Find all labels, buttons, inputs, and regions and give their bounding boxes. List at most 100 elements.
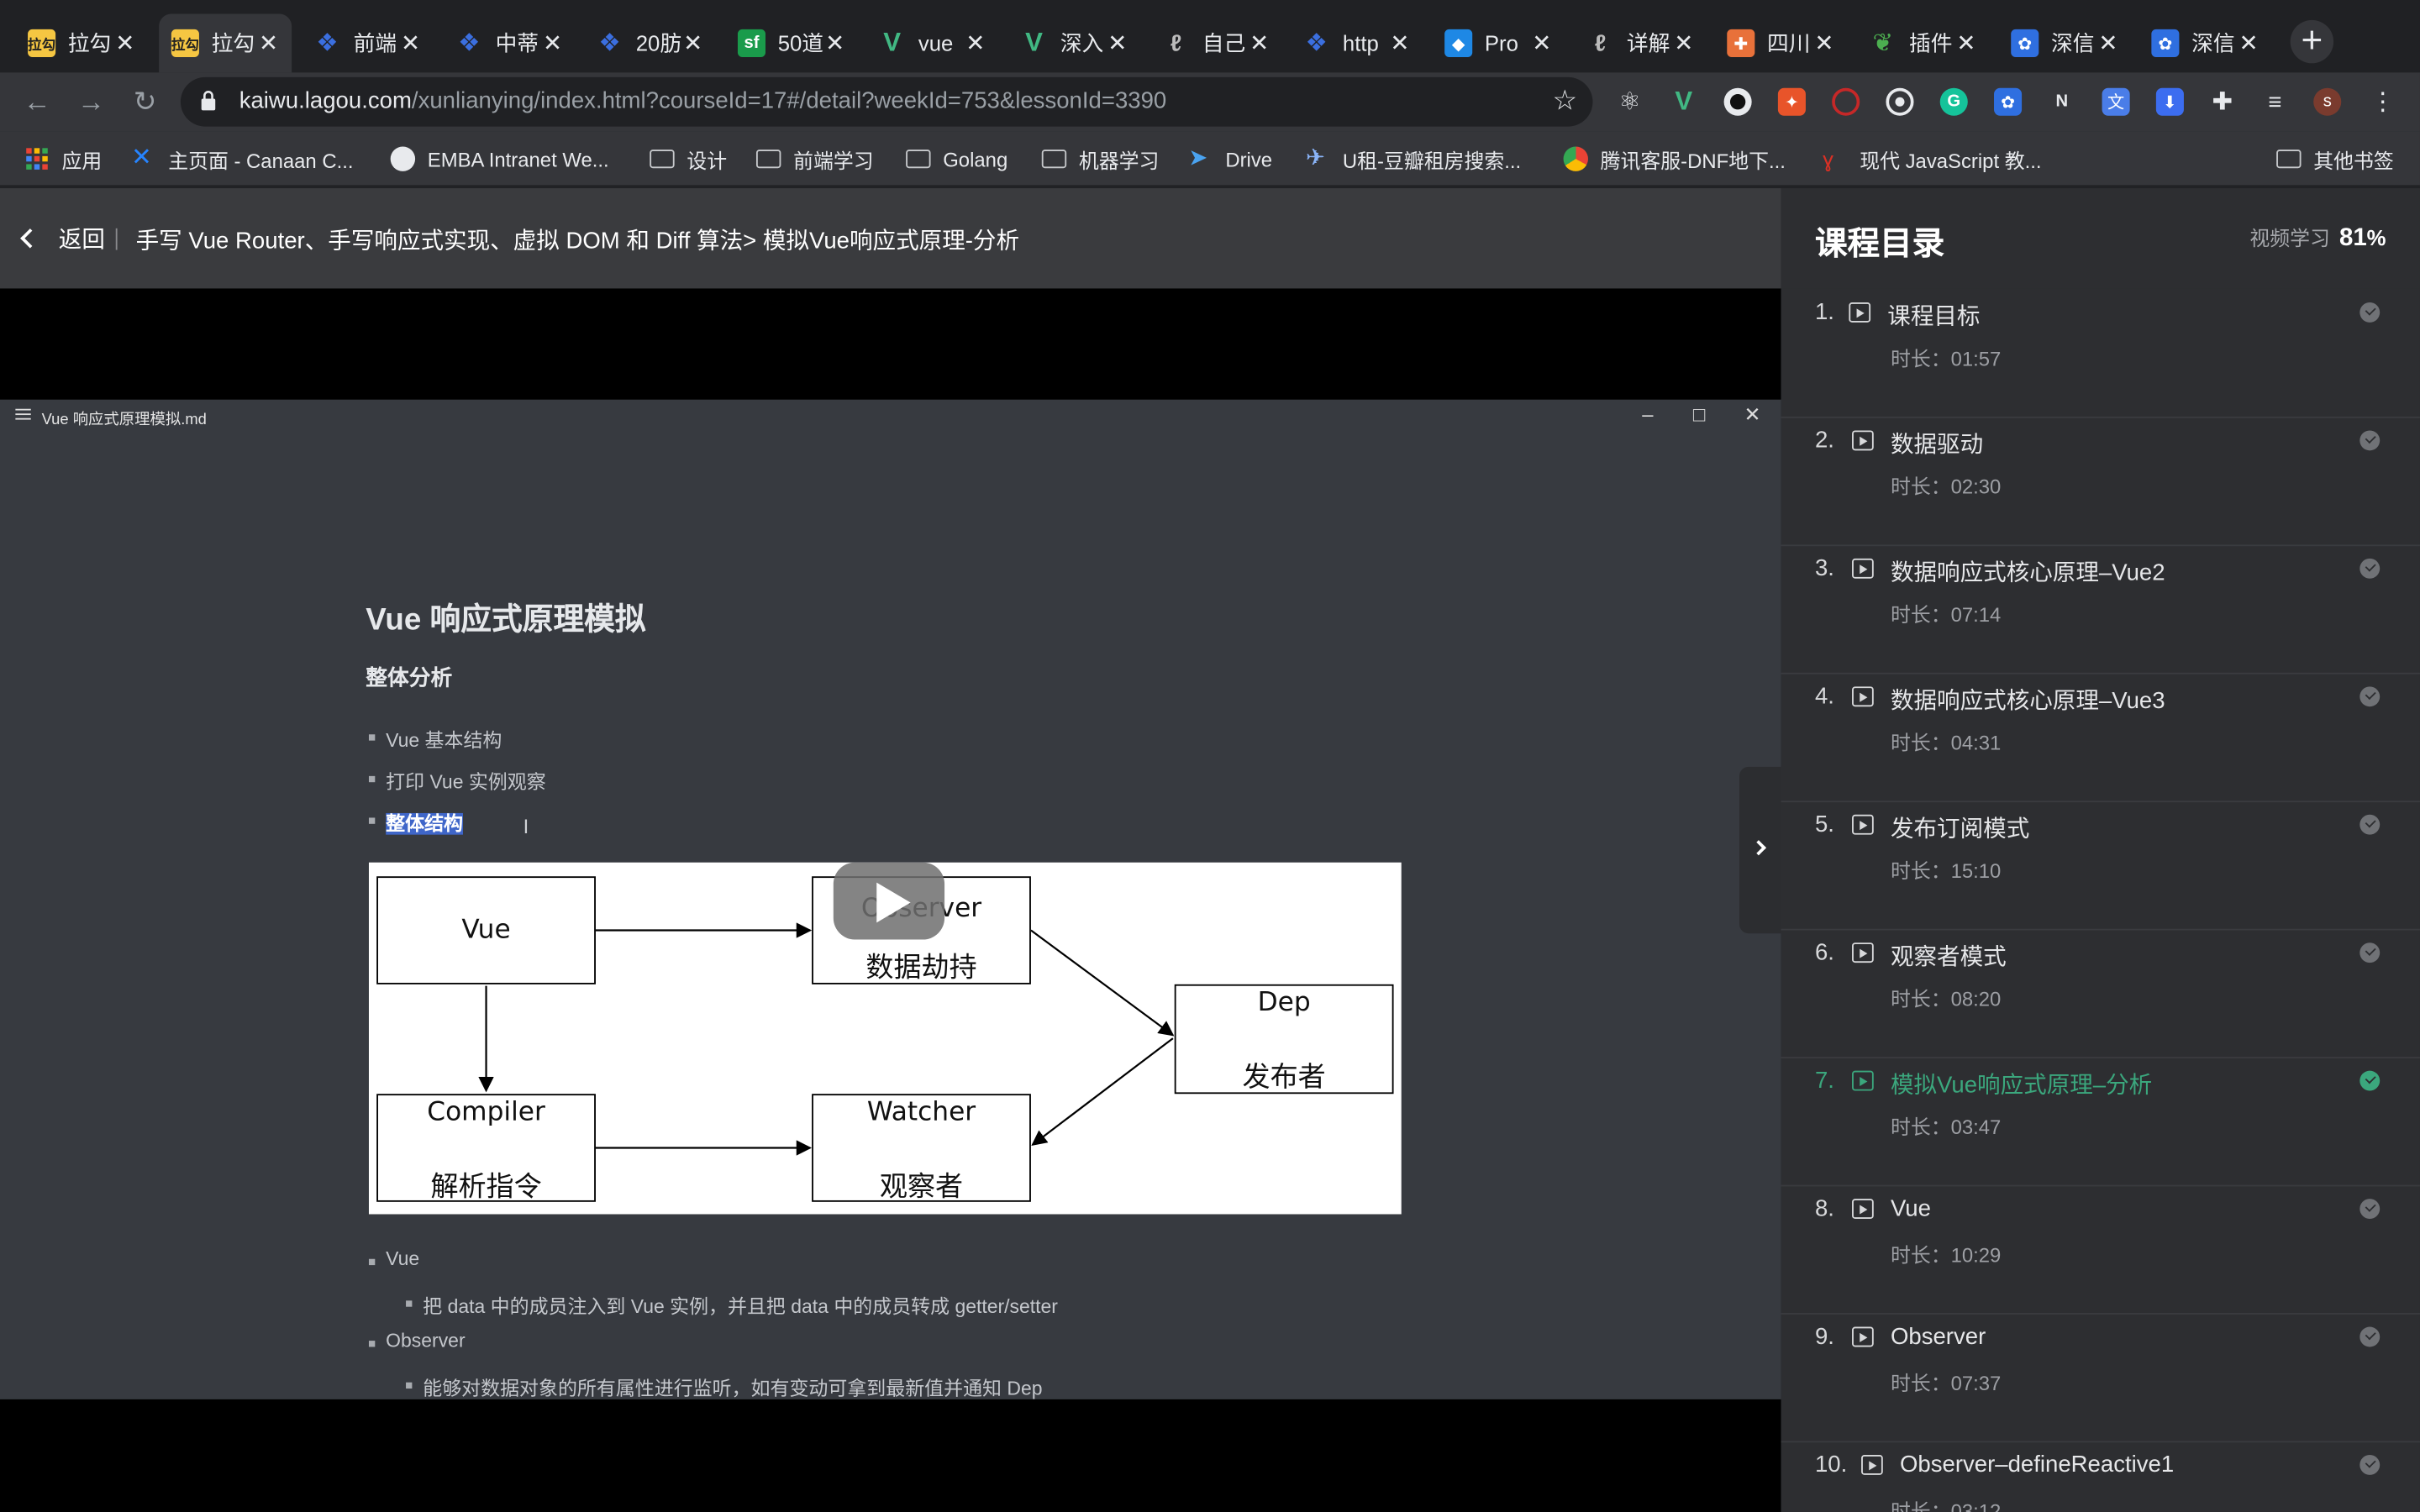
close-icon[interactable]: ✕ <box>1531 29 1553 57</box>
check-circle-icon <box>2360 814 2381 835</box>
puzzle-extensions-icon[interactable]: ✚ <box>2208 88 2236 116</box>
browser-tab[interactable]: ❖ http ✕ <box>1290 14 1423 73</box>
sidebar-toggle-button[interactable] <box>1739 766 1783 934</box>
video-icon <box>1852 558 1874 579</box>
close-icon[interactable]: ✕ <box>2097 29 2119 57</box>
lesson-item[interactable]: 1. 课程目标 时长：01:57 <box>1781 290 2420 418</box>
close-icon[interactable]: ✕ <box>1673 29 1695 57</box>
lesson-name: 数据驱动 <box>1890 432 1984 459</box>
close-icon[interactable]: ✕ <box>1955 29 1977 57</box>
new-tab-button[interactable]: + <box>2290 19 2334 64</box>
lesson-number: 8. <box>1814 1195 1834 1222</box>
bookmark-drive[interactable]: ➤ Drive <box>1188 145 1272 173</box>
browser-tab[interactable]: ✚ 四川 ✕ <box>1715 14 1848 73</box>
reload-icon[interactable]: ↻ <box>127 85 164 118</box>
browser-tab[interactable]: sf 50道 ✕ <box>725 14 858 73</box>
lesson-item[interactable]: 10. Observer–defineReactive1 时长：03:12 <box>1781 1442 2420 1512</box>
lesson-item-current[interactable]: 7. 模拟Vue响应式原理–分析 时长：03:47 <box>1781 1058 2420 1187</box>
bookmark-js[interactable]: ɣ 现代 JavaScript 教... <box>1823 145 2041 173</box>
video-icon <box>1852 430 1874 451</box>
bookmark-folder-ml[interactable]: 机器学习 <box>1041 145 1159 173</box>
browser-tab-active[interactable]: 拉勾 拉勾 ✕ <box>159 13 292 73</box>
media-queue-icon[interactable]: ≡ <box>2261 88 2289 116</box>
close-icon[interactable]: ✕ <box>114 29 136 57</box>
browser-tab[interactable]: ℓ 自己 ✕ <box>1150 14 1282 73</box>
close-icon[interactable]: ✕ <box>965 29 986 57</box>
close-icon[interactable]: ✕ <box>824 29 846 57</box>
bookmark-folder-frontend[interactable]: 前端学习 <box>755 145 874 173</box>
address-bar[interactable]: kaiwu.lagou.com/xunlianying/index.html?c… <box>180 76 1593 127</box>
lesson-item[interactable]: 6. 观察者模式 时长：08:20 <box>1781 931 2420 1058</box>
browser-tab[interactable]: ❖ 中蒂 ✕ <box>443 14 576 73</box>
browser-tab[interactable]: ❖ 前端 ✕ <box>301 14 434 73</box>
close-icon[interactable]: ✕ <box>400 29 422 57</box>
browser-tab[interactable]: ◆ Pro ✕ <box>1432 14 1565 73</box>
browser-tab[interactable]: ❦ 插件 ✕ <box>1857 14 1990 73</box>
download-extension-icon[interactable]: ⬇ <box>2155 87 2184 116</box>
lesson-name: 课程目标 <box>1887 303 1981 331</box>
vue-devtools-icon[interactable]: V <box>1670 87 1697 116</box>
list-item-nested: 把 data 中的成员注入到 Vue 实例，并且把 data 中的成员转成 ge… <box>406 1289 1058 1319</box>
folder-icon <box>1041 150 1067 169</box>
back-arrow-icon[interactable]: ← <box>18 85 55 118</box>
avatar[interactable]: s <box>2313 87 2342 116</box>
browser-tab[interactable]: 拉勾 拉勾 ✕ <box>15 14 148 73</box>
lesson-item[interactable]: 5. 发布订阅模式 时长：15:10 <box>1781 802 2420 931</box>
bookmark-folder-design[interactable]: 设计 <box>650 145 727 173</box>
target-icon[interactable] <box>1886 87 1914 116</box>
close-icon[interactable]: ✕ <box>1249 29 1270 57</box>
circle-extension-icon[interactable] <box>1723 87 1752 116</box>
browser-tab[interactable]: V vue ✕ <box>865 14 998 73</box>
forward-arrow-icon[interactable]: → <box>72 85 109 118</box>
tab-label: 插件 <box>1908 30 1953 56</box>
close-icon[interactable]: ✕ <box>1813 29 1835 57</box>
play-button[interactable] <box>833 862 945 940</box>
close-icon[interactable]: ✕ <box>2238 29 2260 57</box>
notion-extension-icon[interactable]: N <box>2048 88 2075 116</box>
lesson-duration: 时长：01:57 <box>1890 347 2002 370</box>
fox-extension-icon[interactable]: ✦ <box>1777 87 1806 116</box>
bookmark-folder-golang[interactable]: Golang <box>906 145 1007 173</box>
video-frame[interactable]: Vue 响应式原理模拟.md – □ ✕ Vue 响应式原理模拟 整体分析 Vu… <box>0 399 1781 1399</box>
tab-label: 拉勾 <box>67 30 112 56</box>
bookmark-uzu[interactable]: ✈ U租-豆瓣租房搜索... <box>1306 145 1521 173</box>
bookmark-canaan[interactable]: ✕ 主页面 - Canaan C... <box>131 145 353 173</box>
video-icon <box>1852 942 1874 963</box>
lesson-item[interactable]: 2. 数据驱动 时长：02:30 <box>1781 418 2420 547</box>
close-icon[interactable]: ✕ <box>258 29 280 57</box>
bookmark-star-icon[interactable]: ☆ <box>1552 85 1577 118</box>
baidu-extension-icon[interactable]: ✿ <box>1994 87 2023 116</box>
close-icon[interactable]: ✕ <box>1107 29 1128 57</box>
browser-tab[interactable]: ℓ 详解 ✕ <box>1574 14 1707 73</box>
browser-tab[interactable]: ❖ 20肪 ✕ <box>583 14 716 73</box>
lesson-item[interactable]: 9. Observer 时长：07:37 <box>1781 1315 2420 1443</box>
more-menu-icon[interactable]: ⋮ <box>2369 88 2396 116</box>
list-item-text: Observer <box>386 1330 466 1352</box>
red-ring-icon[interactable] <box>1832 87 1860 116</box>
lesson-header: 返回 手写 Vue Router、手写响应式实现、虚拟 DOM 和 Diff 算… <box>0 188 1781 289</box>
browser-tab[interactable]: ✿ 深信 ✕ <box>1999 14 2132 73</box>
bookmark-apps[interactable]: 应用 <box>24 145 102 173</box>
back-button[interactable]: 返回 <box>18 222 105 255</box>
bookmark-emba[interactable]: EMBA Intranet We... <box>390 145 609 173</box>
bookmark-tencent[interactable]: 腾讯客服-DNF地下... <box>1563 145 1786 173</box>
close-icon[interactable]: ✕ <box>1389 29 1411 57</box>
vue-icon: V <box>883 28 902 57</box>
bookmark-label: EMBA Intranet We... <box>427 147 609 171</box>
lesson-name: Observer–defineReactive1 <box>1899 1452 2175 1478</box>
node-label: Vue <box>461 915 511 946</box>
list-item-text: Vue <box>386 1247 420 1270</box>
close-icon[interactable]: ✕ <box>542 29 564 57</box>
diagram-node-dep: Dep 发布者 <box>1174 984 1394 1095</box>
bookmark-other[interactable]: 其他书签 <box>2276 145 2394 173</box>
lesson-item[interactable]: 3. 数据响应式核心原理–Vue2 时长：07:14 <box>1781 546 2420 675</box>
lesson-item[interactable]: 8. Vue 时长：10:29 <box>1781 1186 2420 1315</box>
react-devtools-icon[interactable]: ⚛ <box>1616 88 1644 116</box>
translate-icon[interactable]: 文 <box>2102 87 2130 116</box>
lesson-item[interactable]: 4. 数据响应式核心原理–Vue3 时长：04:31 <box>1781 675 2420 803</box>
close-icon[interactable]: ✕ <box>682 29 704 57</box>
browser-tab[interactable]: V 深入 ✕ <box>1007 14 1140 73</box>
browser-tab[interactable]: ✿ 深信 ✕ <box>2139 14 2272 73</box>
grammarly-icon[interactable]: G <box>1939 87 1968 116</box>
lesson-duration: 时长：07:37 <box>1890 1371 2002 1395</box>
